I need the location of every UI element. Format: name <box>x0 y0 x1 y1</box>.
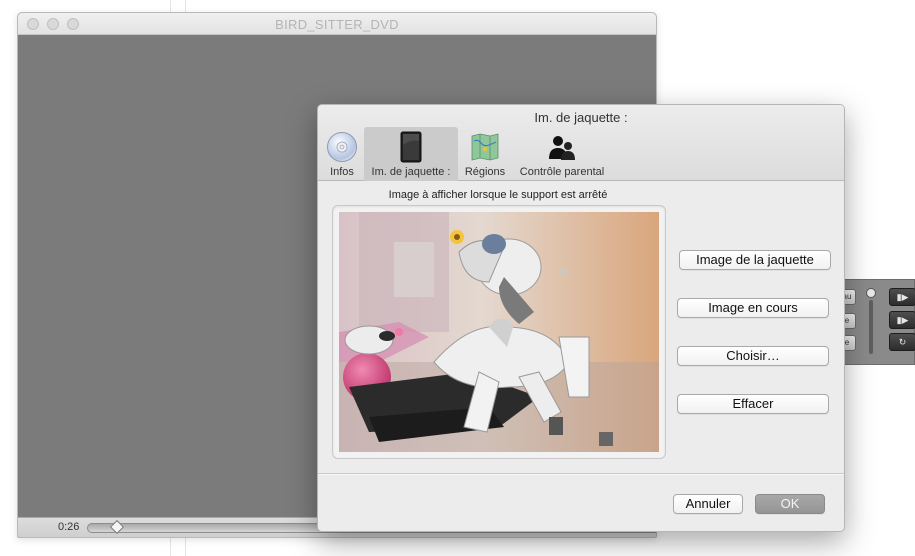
parental-control-icon <box>549 136 575 160</box>
footer-divider <box>318 474 844 475</box>
tab-parental-control[interactable]: Contrôle parental <box>514 127 610 181</box>
clear-button[interactable]: Effacer <box>677 394 829 414</box>
choose-button[interactable]: Choisir… <box>677 346 829 366</box>
image-well[interactable] <box>332 205 666 459</box>
return-button[interactable]: ↻ <box>889 333 915 351</box>
remote-button-label: e <box>844 316 850 325</box>
dvd-disc-icon <box>327 132 357 162</box>
cancel-button[interactable]: Annuler <box>673 494 743 514</box>
desktop: BIRD_SITTER_DVD 0:26 au e e ▮▶ ▮▶ ↻ Im. … <box>0 0 915 556</box>
dialog-toolbar: Im. de jaquette : Infos Im. de jaquette … <box>318 105 844 181</box>
region-map-icon <box>471 133 499 161</box>
tab-regions[interactable]: Régions <box>460 127 510 181</box>
disc-setup-dialog: Im. de jaquette : Infos Im. de jaquette … <box>317 104 845 532</box>
ok-button[interactable]: OK <box>755 494 825 514</box>
tab-jacket-image[interactable]: Im. de jaquette : <box>364 127 458 181</box>
player-title: BIRD_SITTER_DVD <box>275 17 399 32</box>
elapsed-time: 0:26 <box>58 521 80 533</box>
volume-slider[interactable] <box>869 300 873 354</box>
jacket-image-icon <box>400 131 422 163</box>
slow-motion-button[interactable]: ▮▶ <box>889 311 915 329</box>
tab-label: Contrôle parental <box>519 166 605 178</box>
tab-label: Régions <box>464 166 506 178</box>
tab-label: Im. de jaquette : <box>371 166 451 178</box>
player-titlebar[interactable]: BIRD_SITTER_DVD <box>18 13 656 35</box>
step-forward-button[interactable]: ▮▶ <box>889 288 915 306</box>
scrubber-knob[interactable] <box>109 519 125 535</box>
step-forward-icon: ▮▶ <box>896 292 909 302</box>
jacket-image-preview <box>339 212 659 452</box>
volume-knob[interactable] <box>866 288 876 298</box>
robot-dog-photo <box>339 212 659 452</box>
slow-motion-icon: ▮▶ <box>896 315 909 325</box>
tab-label: Infos <box>330 166 354 178</box>
tab-infos[interactable]: Infos <box>324 127 360 181</box>
jacket-image-button[interactable]: Image de la jaquette <box>679 250 831 270</box>
remote-button-label: e <box>844 338 850 347</box>
image-caption: Image à afficher lorsque le support est … <box>388 189 608 201</box>
dvd-remote-control: au e e ▮▶ ▮▶ ↻ <box>838 279 915 365</box>
return-icon: ↻ <box>898 337 907 347</box>
dialog-title: Im. de jaquette : <box>534 110 628 125</box>
current-image-button[interactable]: Image en cours <box>677 298 829 318</box>
